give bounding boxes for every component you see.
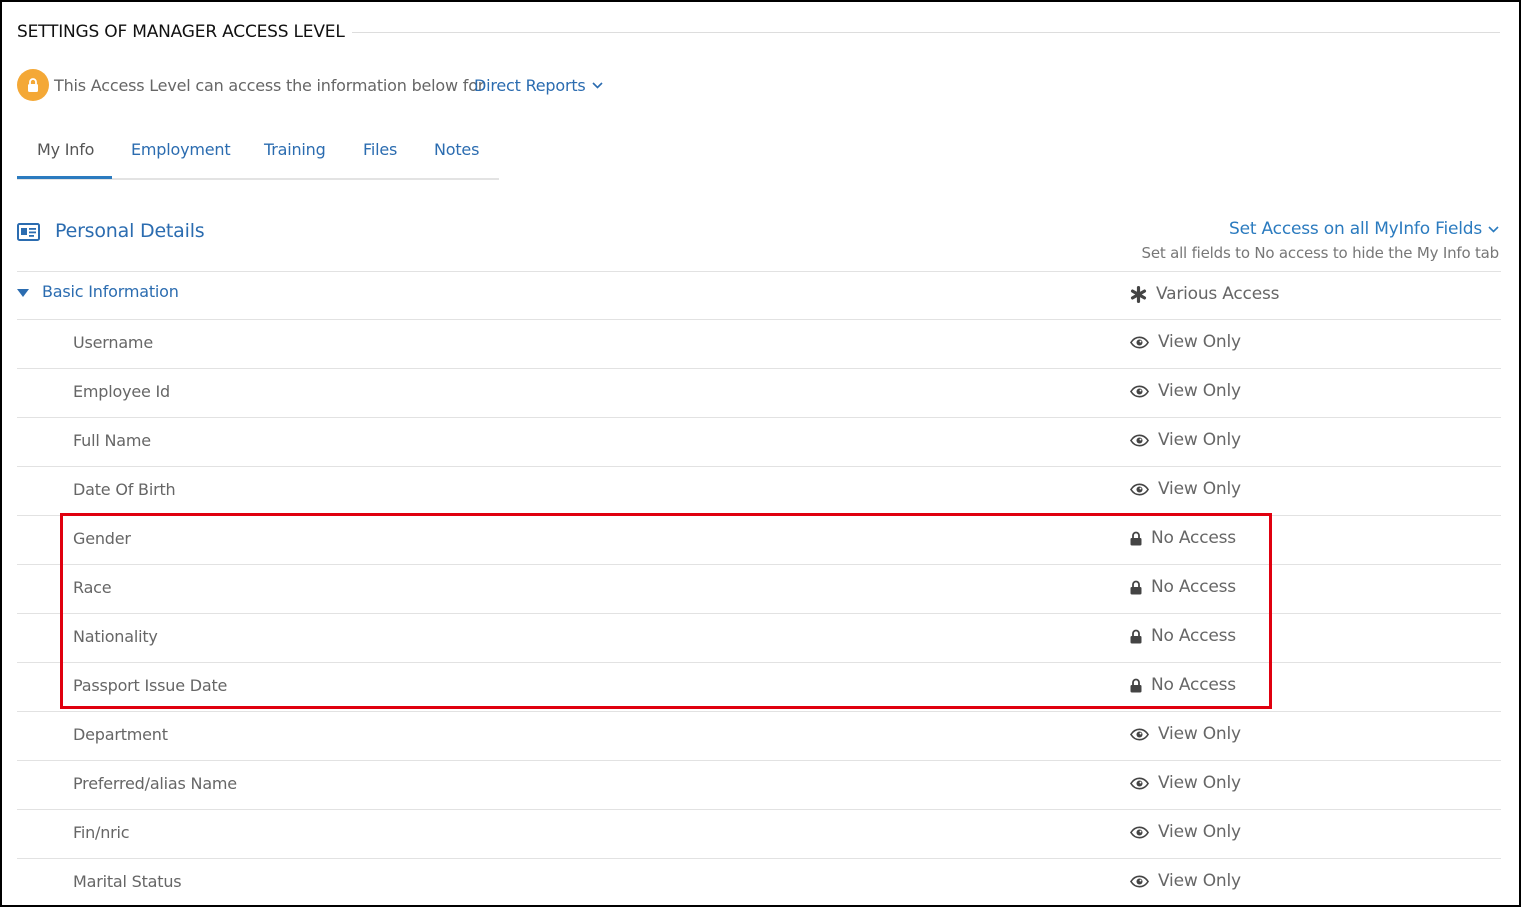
lock-badge-icon <box>17 69 49 101</box>
eye-icon <box>1130 335 1149 349</box>
field-access-selector[interactable]: View Only <box>1130 479 1241 499</box>
field-access-selector[interactable]: View Only <box>1130 871 1241 891</box>
highlight-box <box>60 513 1272 709</box>
field-label: Full Name <box>73 431 151 450</box>
field-row: Employee Id View Only <box>17 368 1501 417</box>
scope-dropdown-value: Direct Reports <box>474 76 586 95</box>
field-label: Username <box>73 333 153 352</box>
field-label: Preferred/alias Name <box>73 774 237 793</box>
set-access-all-label: Set Access on all MyInfo Fields <box>1229 219 1482 239</box>
tab-training[interactable]: Training <box>264 140 326 159</box>
tab-my-info[interactable]: My Info <box>37 140 94 159</box>
field-access-selector[interactable]: View Only <box>1130 724 1241 744</box>
field-label: Employee Id <box>73 382 171 401</box>
chevron-down-icon <box>592 82 603 89</box>
title-divider <box>352 32 1500 33</box>
eye-icon <box>1130 825 1149 839</box>
field-label: Marital Status <box>73 872 182 891</box>
caret-down-icon[interactable] <box>17 289 29 297</box>
access-scope-text: This Access Level can access the informa… <box>54 76 485 95</box>
eye-icon <box>1130 727 1149 741</box>
field-label: Date Of Birth <box>73 480 176 499</box>
active-tab-indicator <box>17 176 112 179</box>
field-access-selector[interactable]: View Only <box>1130 430 1241 450</box>
field-row: Date Of Birth View Only <box>17 466 1501 515</box>
tab-files[interactable]: Files <box>363 140 397 159</box>
access-value: View Only <box>1158 724 1241 744</box>
access-value: View Only <box>1158 381 1241 401</box>
set-access-hint: Set all fields to No access to hide the … <box>1141 244 1500 262</box>
eye-icon <box>1130 482 1149 496</box>
chevron-down-icon <box>1488 225 1499 233</box>
field-row: Preferred/alias Name View Only <box>17 760 1501 809</box>
tab-notes[interactable]: Notes <box>434 140 479 159</box>
eye-icon <box>1130 384 1149 398</box>
field-label: Department <box>73 725 168 744</box>
tab-bar: My Info Employment Training Files Notes <box>17 130 499 180</box>
eye-icon <box>1130 433 1149 447</box>
asterisk-icon <box>1130 285 1147 303</box>
access-value: View Only <box>1158 430 1241 450</box>
field-access-selector[interactable]: View Only <box>1130 822 1241 842</box>
group-label: Basic Information <box>42 282 179 301</box>
group-row-basic-information[interactable]: Basic Information Various Access <box>17 271 1501 319</box>
scope-dropdown[interactable]: Direct Reports <box>474 76 603 95</box>
field-access-selector[interactable]: View Only <box>1130 773 1241 793</box>
eye-icon <box>1130 776 1149 790</box>
field-row: Full Name View Only <box>17 417 1501 466</box>
eye-icon <box>1130 874 1149 888</box>
field-row: Username View Only <box>17 319 1501 368</box>
field-row: Fin/nric View Only <box>17 809 1501 858</box>
access-value: View Only <box>1158 871 1241 891</box>
section-title: SETTINGS OF MANAGER ACCESS LEVEL <box>17 22 345 42</box>
id-card-icon <box>17 223 40 241</box>
access-value: View Only <box>1158 822 1241 842</box>
personal-details-title: Personal Details <box>55 220 205 242</box>
group-access-selector[interactable]: Various Access <box>1130 284 1279 304</box>
field-access-selector[interactable]: View Only <box>1130 381 1241 401</box>
set-access-all-dropdown[interactable]: Set Access on all MyInfo Fields <box>1229 219 1499 239</box>
access-level-settings-panel: SETTINGS OF MANAGER ACCESS LEVEL This Ac… <box>0 0 1521 907</box>
access-value: Various Access <box>1156 284 1280 304</box>
field-label: Fin/nric <box>73 823 130 842</box>
tab-employment[interactable]: Employment <box>131 140 231 159</box>
field-row: Marital Status View Only <box>17 858 1501 905</box>
field-row: Department View Only <box>17 711 1501 760</box>
access-value: View Only <box>1158 479 1241 499</box>
field-access-selector[interactable]: View Only <box>1130 332 1241 352</box>
access-value: View Only <box>1158 332 1241 352</box>
access-value: View Only <box>1158 773 1241 793</box>
